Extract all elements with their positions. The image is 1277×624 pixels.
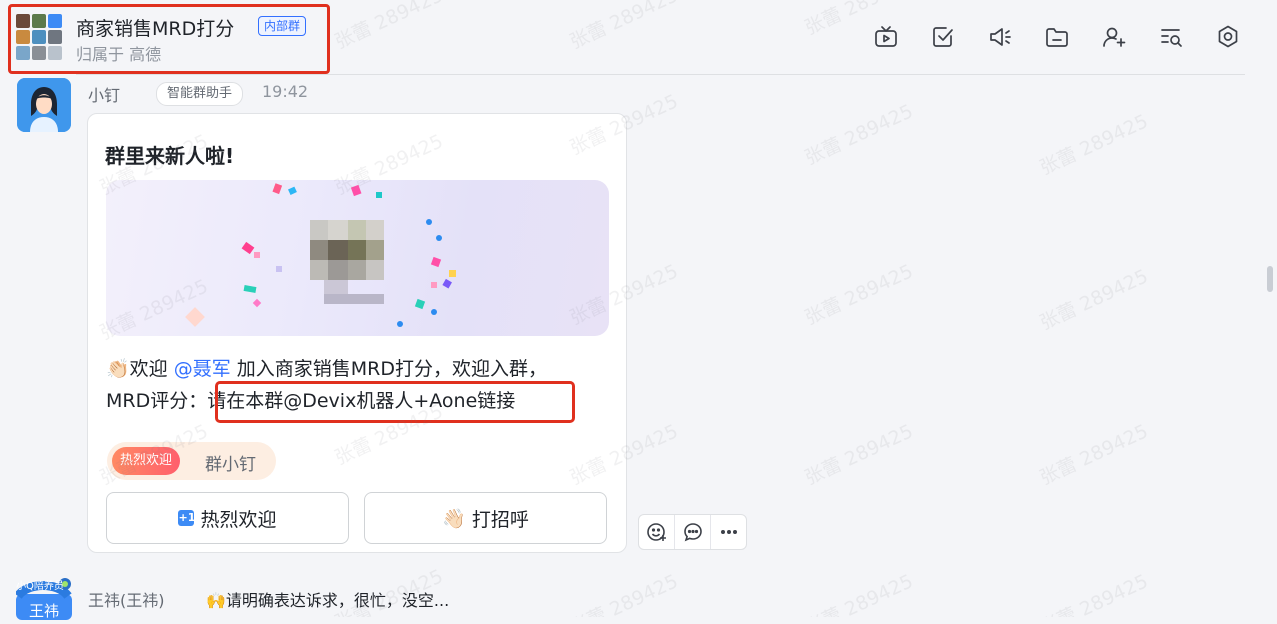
watermark: 张蕾 289425 xyxy=(1036,570,1152,617)
folder-icon[interactable] xyxy=(1044,24,1070,50)
user-avatar-name: 王祎 xyxy=(29,602,59,620)
warm-welcome-label: 热烈欢迎 xyxy=(200,508,277,531)
avatar-badge-label: 小Q陪养员 xyxy=(16,579,64,592)
header-toolbar xyxy=(873,24,1241,50)
watermark: 张蕾 289425 xyxy=(566,570,682,617)
card-title: 群里来新人啦! xyxy=(105,144,235,168)
pill-badge: 热烈欢迎 xyxy=(112,447,181,475)
chat-header: 商家销售MRD打分 内部群 归属于 高德 xyxy=(0,0,1277,76)
bot-avatar[interactable] xyxy=(17,78,71,132)
raised-hands-emoji: 🙌 xyxy=(206,591,226,610)
watermark: 张蕾 289425 xyxy=(801,420,917,490)
welcome-prefix: 欢迎 xyxy=(129,358,174,380)
more-options-icon[interactable] xyxy=(711,515,746,549)
sender-name[interactable]: 小钉 xyxy=(88,82,120,106)
settings-icon[interactable] xyxy=(1215,24,1241,50)
header-divider xyxy=(76,74,1245,75)
message-time: 19:42 xyxy=(262,82,309,101)
task-check-icon[interactable] xyxy=(930,24,956,50)
member-mention-link[interactable]: @聂军 xyxy=(174,358,231,380)
wave-hand-icon: 👋🏻 xyxy=(442,507,466,530)
warm-welcome-button[interactable]: +1 热烈欢迎 xyxy=(106,492,349,544)
plus-one-icon: +1 xyxy=(178,510,196,526)
pill-text: 群小钉 xyxy=(205,455,256,475)
watermark: 张蕾 289425 xyxy=(801,260,917,330)
watermark: 张蕾 289425 xyxy=(801,570,917,617)
say-hello-label: 打招呼 xyxy=(471,508,529,531)
next-message-preview: 🙌请明确表达诉求，很忙，没空... xyxy=(206,587,449,611)
emoji-reaction-icon[interactable] xyxy=(639,515,675,549)
watermark: 张蕾 289425 xyxy=(1036,110,1152,180)
welcome-card: 群里来新人啦! 👏🏻欢迎 @聂军 加入商家销售MRD打分，欢迎入群， MRD评分… xyxy=(87,113,627,553)
scrollbar-thumb[interactable] xyxy=(1267,266,1273,292)
clap-emoji: 👏🏻 xyxy=(106,358,130,380)
mrd-label: MRD评分： xyxy=(106,390,208,412)
message-hover-actions xyxy=(638,514,747,550)
watermark: 张蕾 289425 xyxy=(1036,420,1152,490)
watermark: 张蕾 289425 xyxy=(801,100,917,170)
highlight-box-header xyxy=(8,4,330,74)
welcome-line-1: 👏🏻欢迎 @聂军 加入商家销售MRD打分，欢迎入群， xyxy=(106,354,547,381)
welcome-suffix: 加入商家销售MRD打分，欢迎入群， xyxy=(230,358,547,380)
welcome-pill[interactable]: 热烈欢迎 群小钉 xyxy=(107,442,276,480)
next-message-text: 请明确表达诉求，很忙，没空... xyxy=(225,591,450,610)
watermark: 张蕾 289425 xyxy=(1036,265,1152,335)
next-sender-name[interactable]: 王祎(王祎) xyxy=(88,587,165,611)
search-chat-icon[interactable] xyxy=(1158,24,1184,50)
add-member-icon[interactable] xyxy=(1101,24,1127,50)
video-icon[interactable] xyxy=(873,24,899,50)
pixelated-avatar xyxy=(310,220,384,304)
say-hello-button[interactable]: 👋🏻 打招呼 xyxy=(364,492,607,544)
user-avatar[interactable]: 王祎 小Q陪养员 xyxy=(14,572,72,620)
welcome-banner-image xyxy=(106,180,609,336)
reply-comment-icon[interactable] xyxy=(675,515,711,549)
highlight-box-instruction xyxy=(215,381,575,423)
bot-tag: 智能群助手 xyxy=(156,82,244,106)
announcement-icon[interactable] xyxy=(987,24,1013,50)
